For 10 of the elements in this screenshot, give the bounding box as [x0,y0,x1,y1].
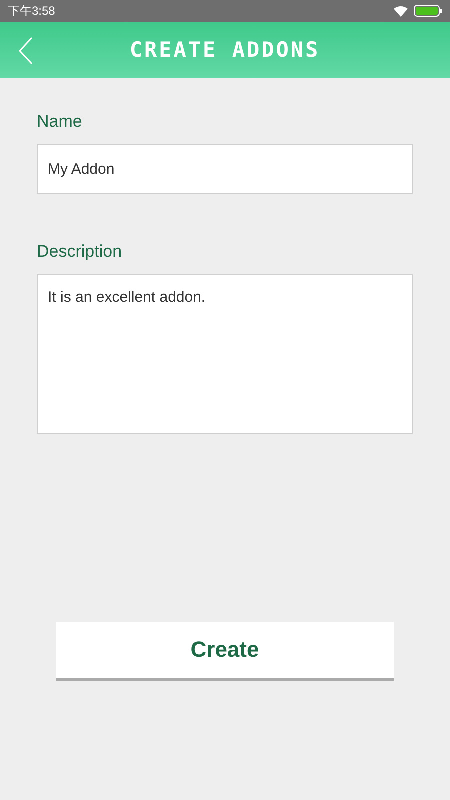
wifi-icon [394,6,408,16]
field-label: Description [37,242,122,262]
description-field[interactable]: It is an excellent addon. [37,274,413,434]
status-time: 下午3:58 [8,2,56,20]
name-field[interactable]: My Addon [37,144,413,194]
screen-title: CREATE ADDONS [130,38,320,62]
battery-icon [414,5,442,17]
back-icon[interactable] [18,37,34,65]
create-button[interactable]: Create [56,622,394,678]
field-label: Name [37,112,82,132]
